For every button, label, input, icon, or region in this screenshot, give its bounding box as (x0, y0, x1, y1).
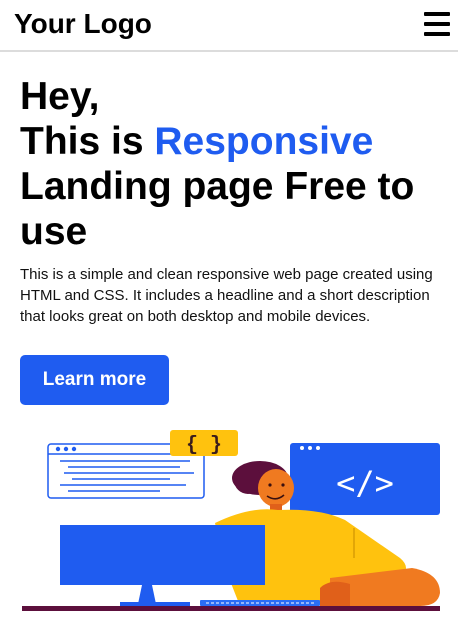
braces-badge: { } (170, 430, 238, 457)
description-line: HTML and CSS. It includes a headline and… (20, 287, 430, 304)
headline-rest: Landing page Free to use (20, 165, 415, 253)
braces-text: { } (186, 434, 222, 457)
description-line: This is a simple and clean responsive we… (20, 266, 433, 283)
keyboard (200, 600, 320, 606)
hamburger-menu-icon[interactable] (424, 12, 450, 36)
code-tag-text: </> (336, 464, 394, 502)
hero-headline: Hey, This is Responsive Landing page Fre… (20, 74, 458, 254)
developer-at-computer-illustration: { } </> (22, 430, 440, 611)
code-tag-window: </> (290, 443, 440, 515)
monitor (60, 525, 265, 608)
headline-greeting: Hey, (20, 75, 100, 118)
desk (22, 606, 440, 611)
headline-prefix: This is (20, 120, 155, 163)
logo[interactable]: Your Logo (14, 6, 152, 42)
hero-section: Hey, This is Responsive Landing page Fre… (20, 74, 458, 254)
description-line: that looks great on both desktop and mob… (20, 308, 371, 325)
learn-more-button[interactable]: Learn more (20, 355, 169, 405)
hero-description: This is a simple and clean responsive we… (20, 264, 458, 327)
navbar: Your Logo (0, 0, 458, 52)
headline-accent: Responsive (154, 120, 374, 163)
